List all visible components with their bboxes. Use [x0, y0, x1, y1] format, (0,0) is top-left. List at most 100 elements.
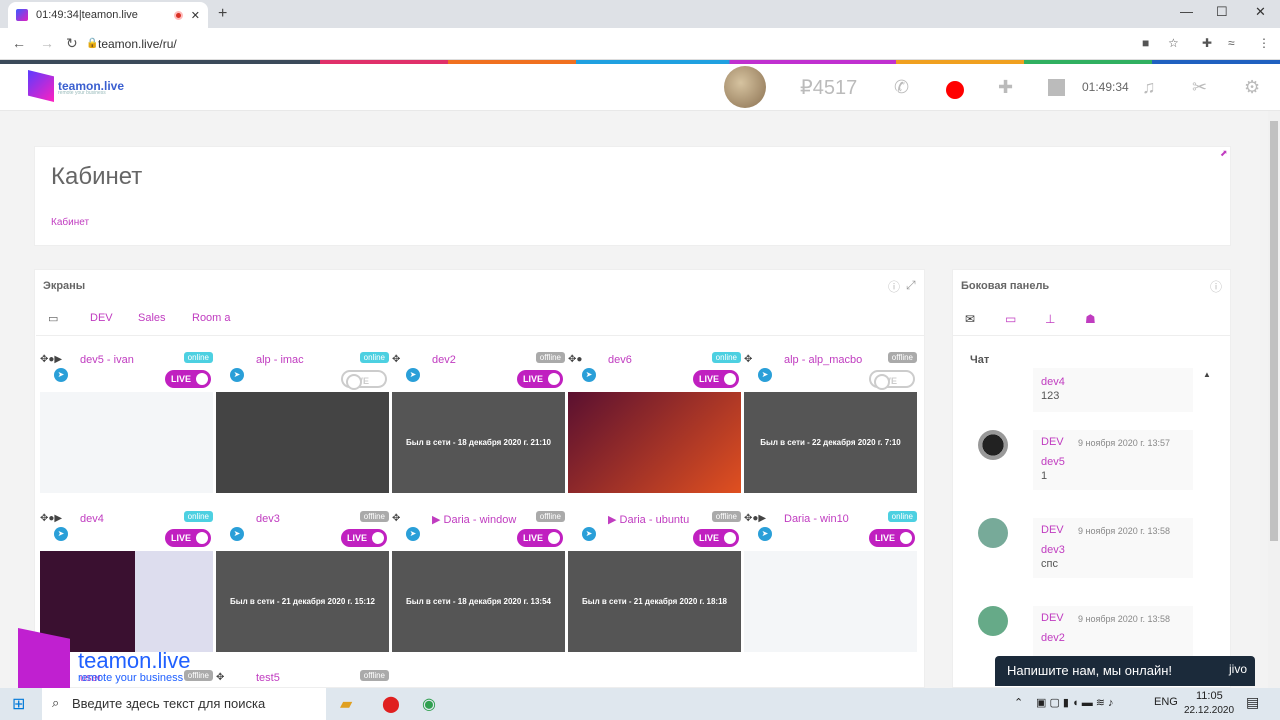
windows-start-icon[interactable]: ⊞	[12, 694, 25, 714]
drag-handle-icon[interactable]: ✥●▶	[744, 513, 766, 524]
tab-dev[interactable]: DEV	[90, 312, 113, 324]
back-icon[interactable]: ←	[12, 35, 26, 51]
telegram-icon[interactable]: ➤	[230, 368, 244, 382]
telegram-icon[interactable]: ➤	[54, 527, 68, 541]
users-tab-icon[interactable]: ☗	[1085, 312, 1096, 326]
live-toggle[interactable]: LIVE	[869, 370, 915, 390]
screen-card[interactable]: ✥ alp - alp_macbo offline ➤ LIVE Был в сети -…	[744, 352, 917, 493]
message-recipient[interactable]: dev2	[1041, 632, 1185, 644]
message-recipient[interactable]: dev5	[1041, 456, 1185, 468]
page-scrollbar[interactable]	[1268, 111, 1280, 688]
screen-card[interactable]: ✥●▶ dev4 online ➤ LIVE	[40, 511, 213, 652]
drag-handle-icon[interactable]: ✥	[392, 513, 400, 524]
tab-room-a[interactable]: Room a	[192, 312, 231, 324]
screen-thumbnail[interactable]	[40, 551, 213, 652]
close-window-button[interactable]: ✕	[1255, 4, 1266, 20]
screen-name[interactable]: alp - alp_macbo	[784, 354, 862, 366]
screen-tab-icon[interactable]: ▭	[1005, 312, 1016, 326]
gear-icon[interactable]: ⚙	[1244, 77, 1260, 98]
telegram-icon[interactable]: ➤	[230, 527, 244, 541]
live-toggle[interactable]: LIVE	[165, 370, 211, 388]
bell-icon[interactable]: ♫	[1142, 77, 1156, 98]
telegram-icon[interactable]: ➤	[54, 368, 68, 382]
screen-card[interactable]: ▶ Daria - ubuntu offline ➤ LIVE Был в сети -…	[568, 511, 741, 652]
tab-all-icon[interactable]: ▭	[48, 312, 58, 325]
clock-time[interactable]: 11:05	[1196, 690, 1223, 702]
live-toggle[interactable]: LIVE	[341, 370, 387, 390]
telegram-icon[interactable]: ➤	[758, 368, 772, 382]
language-indicator[interactable]: ENG	[1154, 696, 1178, 708]
reload-icon[interactable]: ↻	[66, 35, 78, 52]
screen-card[interactable]: ✥●▶ dev5 - ivan online ➤ LIVE	[40, 352, 213, 493]
screen-name[interactable]: ▶ Daria - ubuntu	[608, 513, 689, 526]
tray-icons[interactable]: ▣ ▢ ▮ ◖ ▬ ≋ ♪	[1036, 696, 1114, 709]
screen-card[interactable]: alp - imac online ➤ LIVE	[216, 352, 389, 493]
maximize-button[interactable]: ☐	[1216, 4, 1228, 20]
telegram-icon[interactable]: ➤	[582, 527, 596, 541]
extensions-icon[interactable]: ✚	[1202, 36, 1212, 50]
live-toggle[interactable]: LIVE	[869, 529, 915, 547]
chat-tab-icon[interactable]: ✉	[965, 312, 975, 326]
close-tab-button[interactable]: ✕	[191, 9, 200, 22]
screen-name[interactable]: test5	[256, 672, 280, 684]
taskbar-search[interactable]: ⌕ Введите здесь текст для поиска	[42, 688, 326, 720]
telegram-icon[interactable]: ➤	[582, 368, 596, 382]
screen-name[interactable]: alp - imac	[256, 354, 304, 366]
screen-name[interactable]: dev4	[80, 513, 104, 525]
telegram-icon[interactable]: ➤	[406, 527, 420, 541]
screen-card[interactable]: ✥ ▶ Daria - window offline ➤ LIVE Был в сети …	[392, 511, 565, 652]
screen-card[interactable]: ✥● dev6 online ➤ LIVE	[568, 352, 741, 493]
phone-icon[interactable]: ✆	[894, 77, 909, 98]
screen-thumbnail[interactable]: Был в сети - 21 декабря 2020 г. 18:18	[568, 551, 741, 652]
live-toggle[interactable]: LIVE	[693, 529, 739, 547]
add-icon[interactable]: ✚	[998, 77, 1013, 98]
camera-icon[interactable]: ■	[1142, 36, 1149, 50]
drag-handle-icon[interactable]: ✥●▶	[40, 354, 62, 365]
screen-card[interactable]: ✥●▶ Daria - win10 online ➤ LIVE	[744, 511, 917, 652]
screen-name[interactable]: dev6	[608, 354, 632, 366]
forward-icon[interactable]: →	[40, 35, 54, 51]
drag-handle-icon[interactable]: ✥	[744, 354, 752, 365]
drag-handle-icon[interactable]: ✥	[216, 672, 224, 683]
tab-sales[interactable]: Sales	[138, 312, 166, 324]
live-toggle[interactable]: LIVE	[517, 529, 563, 547]
jivo-chat-widget[interactable]: Напишите нам, мы онлайн! jivo	[995, 656, 1255, 686]
live-toggle[interactable]: LIVE	[517, 370, 563, 388]
screen-name[interactable]: dev5 - ivan	[80, 354, 134, 366]
user-avatar[interactable]	[724, 66, 766, 108]
extension-icon[interactable]: ≈	[1228, 36, 1235, 50]
notifications-icon[interactable]: ▤	[1246, 694, 1259, 711]
scroll-up-icon[interactable]: ▲	[1203, 370, 1211, 379]
clock-date[interactable]: 22.12.2020	[1184, 705, 1234, 716]
message-recipient[interactable]: dev3	[1041, 544, 1185, 556]
scroll-thumb[interactable]	[1270, 121, 1278, 541]
side-help-icon[interactable]: ⓘ	[1210, 278, 1222, 295]
screen-name[interactable]: Daria - win10	[784, 513, 849, 525]
screen-thumbnail[interactable]: Был в сети - 21 декабря 2020 г. 15:12	[216, 551, 389, 652]
drag-handle-icon[interactable]: ✥	[392, 354, 400, 365]
minimize-button[interactable]: —	[1180, 4, 1193, 19]
live-toggle[interactable]: LIVE	[693, 370, 739, 388]
screen-thumbnail[interactable]: Был в сети - 18 декабря 2020 г. 13:54	[392, 551, 565, 652]
screen-card[interactable]: dev3 offline ➤ LIVE Был в сети - 21 декабря …	[216, 511, 389, 652]
chrome-icon[interactable]: ◉	[422, 694, 436, 714]
screen-name[interactable]: dev3	[256, 513, 280, 525]
stop-button[interactable]	[1048, 79, 1065, 96]
file-explorer-icon[interactable]: ▰	[340, 694, 352, 714]
screen-name[interactable]: dev2	[432, 354, 456, 366]
live-toggle[interactable]: LIVE	[165, 529, 211, 547]
screen-thumbnail[interactable]: Был в сети - 18 декабря 2020 г. 21:10	[392, 392, 565, 493]
url-field[interactable]: teamon.live/ru/	[98, 37, 177, 51]
logo[interactable]: teamon.live remote your business	[28, 70, 124, 102]
screen-card[interactable]: ✥ dev2 offline ➤ LIVE Был в сети - 18 декабря…	[392, 352, 565, 493]
opera-icon[interactable]: ⬤	[382, 694, 400, 714]
screen-thumbnail[interactable]	[216, 392, 389, 493]
live-toggle[interactable]: LIVE	[341, 529, 387, 547]
expand-icon[interactable]: ⤢	[906, 278, 916, 293]
new-tab-button[interactable]: +	[218, 5, 227, 23]
record-button[interactable]	[946, 81, 964, 99]
telegram-icon[interactable]: ➤	[758, 527, 772, 541]
breadcrumb[interactable]: Кабинет	[51, 217, 89, 228]
browser-tab[interactable]: 01:49:34|teamon.live ✕	[8, 2, 208, 28]
telegram-icon[interactable]: ➤	[406, 368, 420, 382]
